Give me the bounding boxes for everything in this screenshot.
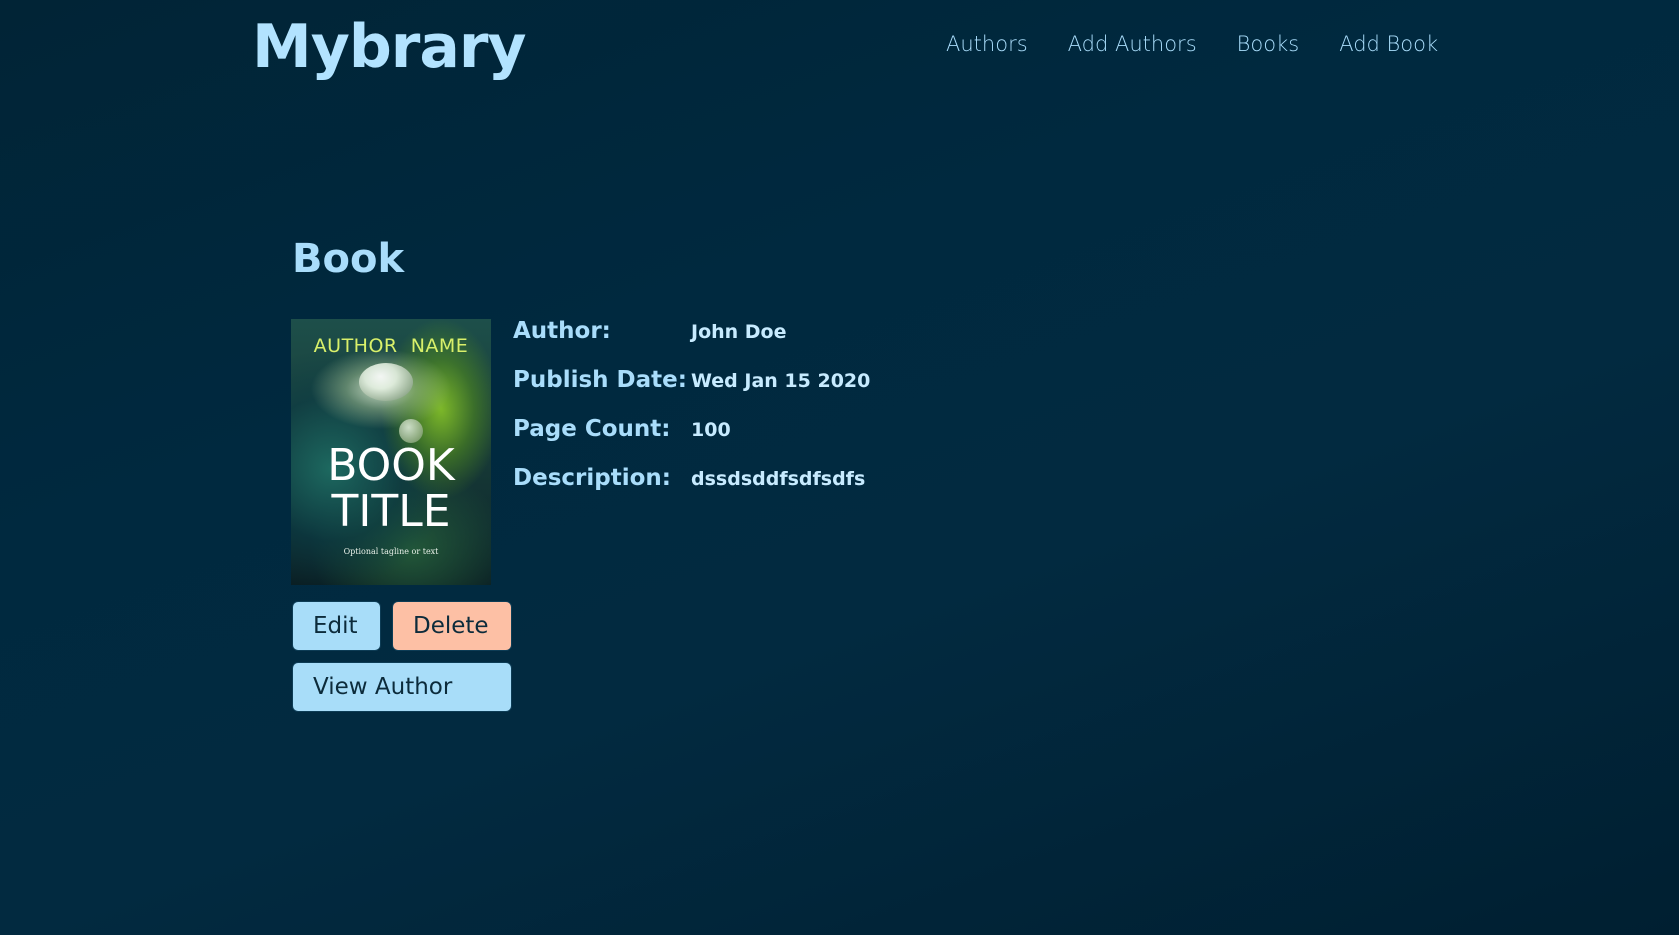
site-header: Mybrary Authors Add Authors Books Add Bo…: [0, 0, 1679, 95]
detail-row-publish-date: Publish Date: Wed Jan 15 2020: [513, 367, 870, 416]
page-title: Book: [292, 236, 405, 282]
main-nav: Authors Add Authors Books Add Book: [946, 32, 1438, 56]
site-logo[interactable]: Mybrary: [252, 12, 527, 82]
cover-author-name: AUTHOR NAME: [313, 335, 469, 357]
nav-link-authors[interactable]: Authors: [946, 32, 1028, 56]
detail-value-author: John Doe: [691, 321, 787, 343]
cover-tagline: Optional tagline or text: [343, 547, 439, 556]
detail-value-description: dssdsddfsdfsdfs: [691, 468, 866, 490]
cover-title-line2: TITLE: [331, 486, 451, 537]
cover-title: BOOK TITLE: [291, 443, 491, 535]
book-details: Author: John Doe Publish Date: Wed Jan 1…: [513, 318, 870, 514]
delete-button[interactable]: Delete: [392, 601, 512, 651]
detail-label: Author:: [513, 318, 611, 344]
detail-value-publish-date: Wed Jan 15 2020: [691, 370, 871, 392]
nav-link-add-book[interactable]: Add Book: [1339, 32, 1438, 56]
cover-title-line1: BOOK: [327, 440, 455, 491]
detail-label: Page Count:: [513, 416, 671, 442]
nav-link-add-authors[interactable]: Add Authors: [1068, 32, 1197, 56]
detail-row-description: Description: dssdsddfsdfsdfs: [513, 465, 870, 514]
detail-row-page-count: Page Count: 100: [513, 416, 870, 465]
view-author-button[interactable]: View Author: [292, 662, 512, 712]
detail-row-author: Author: John Doe: [513, 318, 870, 367]
cover-droplet-graphic: [359, 363, 413, 401]
nav-link-books[interactable]: Books: [1237, 32, 1300, 56]
book-cover-image: AUTHOR NAME BOOK TITLE Optional tagline …: [291, 319, 491, 585]
detail-value-page-count: 100: [691, 419, 731, 441]
detail-label: Publish Date:: [513, 367, 687, 393]
edit-button[interactable]: Edit: [292, 601, 381, 651]
detail-label: Description:: [513, 465, 671, 491]
